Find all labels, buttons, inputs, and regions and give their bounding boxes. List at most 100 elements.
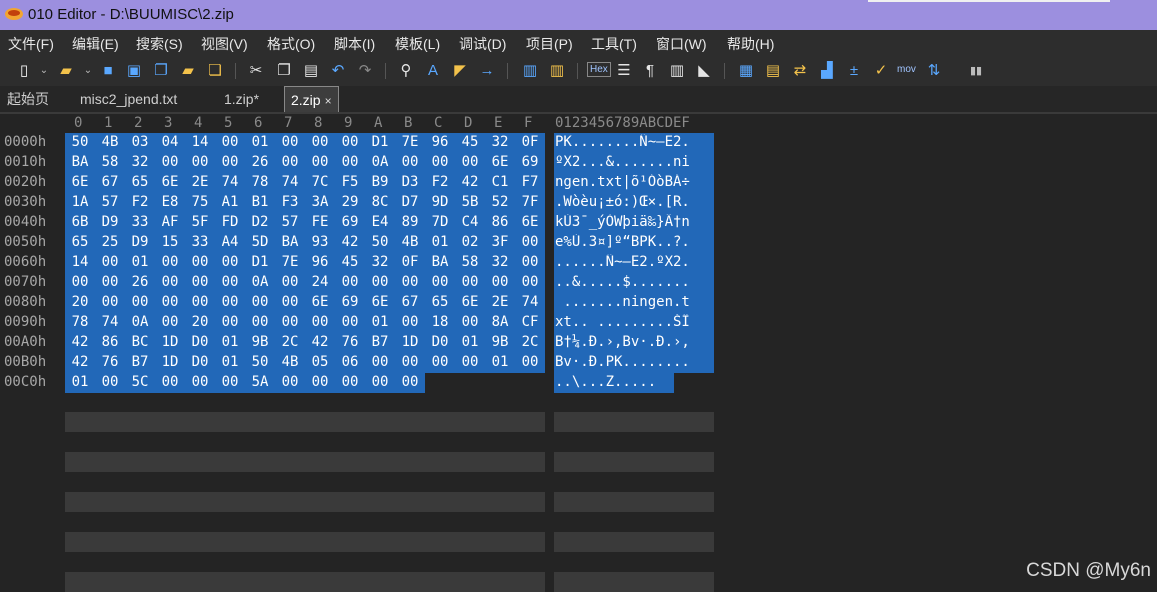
hex-byte[interactable]: B9 [368, 174, 392, 190]
hex-byte[interactable]: 00 [428, 354, 452, 370]
menu-edit[interactable]: 编辑(E) [72, 34, 119, 54]
hex-byte[interactable]: 01 [68, 374, 92, 390]
text-mode-icon[interactable]: ☰ [614, 61, 634, 81]
hex-byte[interactable]: 4B [98, 134, 122, 150]
hex-byte[interactable]: 0A [248, 274, 272, 290]
tab-1-zip[interactable]: 1.zip* [224, 86, 259, 112]
hex-byte[interactable]: 7E [398, 134, 422, 150]
redo-icon[interactable]: ↷ [355, 61, 375, 81]
hex-byte[interactable]: 00 [278, 374, 302, 390]
hex-byte[interactable]: 1D [398, 334, 422, 350]
hex-byte[interactable]: 6E [488, 154, 512, 170]
hex-byte[interactable]: 7C [308, 174, 332, 190]
menu-template[interactable]: 模板(L) [395, 34, 440, 54]
hex-byte[interactable]: D3 [398, 174, 422, 190]
hex-byte[interactable]: 00 [308, 374, 332, 390]
hex-byte[interactable]: F7 [518, 174, 542, 190]
hex-byte[interactable]: 00 [278, 294, 302, 310]
hex-byte[interactable]: 15 [158, 234, 182, 250]
toolbar-overflow-icon[interactable]: ▮▮ [966, 61, 986, 81]
hex-byte[interactable]: 96 [308, 254, 332, 270]
ascii-row[interactable]: e%Ù.3¤]º“BPK..?. [555, 234, 715, 250]
hex-byte[interactable]: 00 [308, 134, 332, 150]
hex-byte[interactable]: 00 [218, 374, 242, 390]
close-icon[interactable]: × [325, 94, 332, 108]
hex-byte[interactable]: 00 [158, 374, 182, 390]
hex-byte[interactable]: B1 [248, 194, 272, 210]
undo-icon[interactable]: ↶ [328, 61, 348, 81]
ascii-row[interactable]: ngen.txt|õ¹ÓòBÁ÷ [555, 174, 715, 190]
hex-byte[interactable]: 00 [338, 314, 362, 330]
hex-byte[interactable]: 00 [188, 374, 212, 390]
find-icon[interactable]: ⚲ [396, 61, 416, 81]
hex-byte[interactable]: 65 [428, 294, 452, 310]
ascii-row[interactable]: ..&.....$....... [555, 274, 715, 290]
compare-icon[interactable]: ▥ [520, 61, 540, 81]
menu-search[interactable]: 搜索(S) [136, 34, 183, 54]
menu-project[interactable]: 项目(P) [526, 34, 573, 54]
hex-byte[interactable]: 58 [98, 154, 122, 170]
template-icon[interactable]: ▤ [763, 61, 783, 81]
hex-byte[interactable]: 00 [68, 274, 92, 290]
hex-byte[interactable]: 93 [308, 234, 332, 250]
hex-byte[interactable]: 00 [518, 354, 542, 370]
ascii-row[interactable]: ºX2...&.......ni [555, 154, 715, 170]
hex-byte[interactable]: 00 [488, 274, 512, 290]
hex-byte[interactable]: 00 [218, 294, 242, 310]
histogram-icon[interactable]: ▟ [817, 61, 837, 81]
hex-byte[interactable]: 01 [248, 134, 272, 150]
hex-byte[interactable]: 9B [488, 334, 512, 350]
hex-byte[interactable]: 50 [368, 234, 392, 250]
hex-byte[interactable]: 89 [398, 214, 422, 230]
menu-file[interactable]: 文件(F) [8, 34, 54, 54]
hex-byte[interactable]: 14 [68, 254, 92, 270]
hex-byte[interactable]: 69 [338, 214, 362, 230]
hex-byte[interactable]: 00 [218, 254, 242, 270]
hex-byte[interactable]: 65 [128, 174, 152, 190]
hex-byte[interactable]: 74 [218, 174, 242, 190]
hex-byte[interactable]: 01 [458, 334, 482, 350]
hex-byte[interactable]: BA [428, 254, 452, 270]
hex-byte[interactable]: 00 [248, 314, 272, 330]
goto-icon[interactable]: → [477, 61, 497, 81]
hex-byte[interactable]: 2C [518, 334, 542, 350]
hex-byte[interactable]: 78 [248, 174, 272, 190]
hex-byte[interactable]: 74 [98, 314, 122, 330]
hex-byte[interactable]: 00 [158, 254, 182, 270]
hex-byte[interactable]: 00 [458, 274, 482, 290]
hex-byte[interactable]: 20 [188, 314, 212, 330]
hex-byte[interactable]: 00 [218, 134, 242, 150]
hex-byte[interactable]: 6E [158, 174, 182, 190]
hex-byte[interactable]: 69 [338, 294, 362, 310]
hex-byte[interactable]: 57 [278, 214, 302, 230]
hex-byte[interactable]: 1D [158, 354, 182, 370]
hex-byte[interactable]: 00 [428, 154, 452, 170]
hex-byte[interactable]: 32 [128, 154, 152, 170]
hex-byte[interactable]: 6E [308, 294, 332, 310]
hex-byte[interactable]: 6B [68, 214, 92, 230]
hex-byte[interactable]: 00 [188, 274, 212, 290]
hex-byte[interactable]: 58 [458, 254, 482, 270]
hex-byte[interactable]: 6E [518, 214, 542, 230]
hex-byte[interactable]: 45 [458, 134, 482, 150]
hex-byte[interactable]: BC [128, 334, 152, 350]
hex-byte[interactable]: 00 [428, 274, 452, 290]
ascii-row[interactable]: Bv·.Ð.PK........ [555, 354, 715, 370]
hex-byte[interactable]: 50 [68, 134, 92, 150]
hex-byte[interactable]: 74 [518, 294, 542, 310]
hex-byte[interactable]: 76 [338, 334, 362, 350]
hex-byte[interactable]: 00 [518, 274, 542, 290]
ascii-row[interactable]: kÙ3¯_ýÒWþiä‰}Ä†n [555, 214, 715, 230]
hex-byte[interactable]: 0F [518, 134, 542, 150]
hex-byte[interactable]: 0F [398, 254, 422, 270]
convert-icon[interactable]: ⇄ [790, 61, 810, 81]
hex-byte[interactable]: A1 [218, 194, 242, 210]
hex-byte[interactable]: D1 [368, 134, 392, 150]
hex-byte[interactable]: 9D [428, 194, 452, 210]
hex-byte[interactable]: F2 [128, 194, 152, 210]
hex-byte[interactable]: 25 [98, 234, 122, 250]
hex-byte[interactable]: 32 [488, 254, 512, 270]
hex-byte[interactable]: AF [158, 214, 182, 230]
copy-icon[interactable]: ❐ [274, 61, 294, 81]
hex-byte[interactable]: BA [68, 154, 92, 170]
